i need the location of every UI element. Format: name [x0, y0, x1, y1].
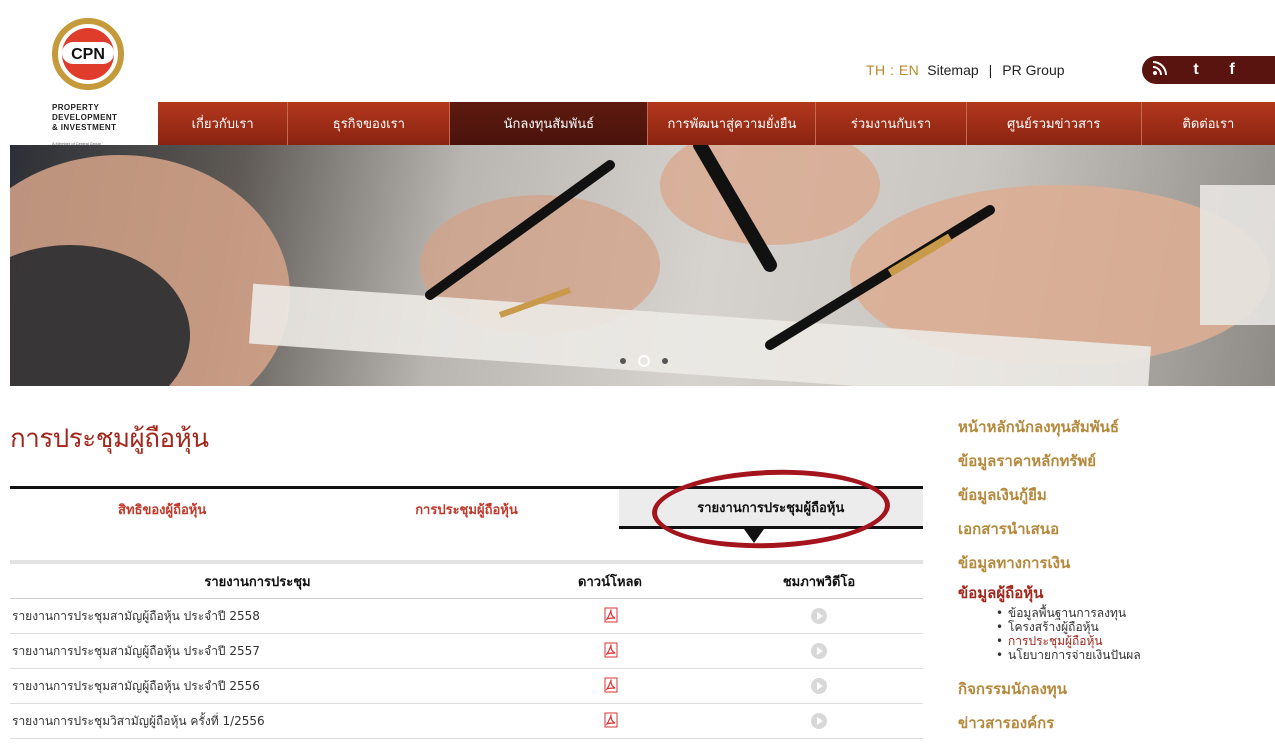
cpn-logo[interactable]: CPN PROPERTY DEVELOPMENT & INVESTMENT A …: [52, 18, 162, 148]
hero-banner: [10, 145, 1275, 386]
main-nav: เกี่ยวกับเรา ธุรกิจของเรา นักลงทุนสัมพัน…: [158, 102, 1275, 145]
header-video: ชมภาพวิดีโอ: [782, 574, 856, 590]
cpn-logo-mark-icon: CPN: [52, 18, 124, 90]
top-links-separator: |: [988, 62, 993, 78]
tab-shareholder-rights[interactable]: สิทธิของผู้ถือหุ้น: [10, 489, 314, 529]
sidebar-subitem-shareholder-meeting[interactable]: การประชุมผู้ถือหุ้น: [996, 634, 1275, 648]
twitter-icon[interactable]: t: [1178, 61, 1214, 79]
sidebar-item-corporate-news[interactable]: ข่าวสารองค์กร: [958, 706, 1275, 740]
highlight-ellipse: [650, 465, 892, 553]
nav-item-news[interactable]: ศูนย์รวมข่าวสาร: [967, 102, 1142, 145]
slide-dot-1[interactable]: [620, 358, 626, 364]
social-links: t f: [1142, 56, 1275, 84]
ir-sidebar: หน้าหลักนักลงทุนสัมพันธ์ ข้อมูลราคาหลักท…: [958, 410, 1275, 740]
logo-line-1: PROPERTY: [52, 103, 100, 112]
table-row: รายงานการประชุมสามัญผู้ถือหุ้น ประจำปี 2…: [10, 634, 923, 669]
logo-line-2: DEVELOPMENT: [52, 113, 118, 122]
language-switch[interactable]: TH : EN: [866, 62, 919, 78]
slide-dots: [620, 355, 668, 367]
meeting-reports-table: รายงานการประชุม ดาวน์โหลด ชมภาพวิดีโอ รา…: [10, 560, 923, 739]
sidebar-item-ir-home[interactable]: หน้าหลักนักลงทุนสัมพันธ์: [958, 410, 1275, 444]
sidebar-item-shareholder-info[interactable]: ข้อมูลผู้ถือหุ้น: [958, 580, 1275, 606]
hero-image: [10, 145, 1275, 386]
pdf-icon[interactable]: [604, 642, 618, 661]
table-header: รายงานการประชุม ดาวน์โหลด ชมภาพวิดีโอ: [10, 560, 923, 599]
report-title[interactable]: รายงานการประชุมสามัญผู้ถือหุ้น ประจำปี 2…: [10, 642, 506, 661]
sidebar-subitem-investment-basics[interactable]: ข้อมูลพื้นฐานการลงทุน: [996, 606, 1275, 620]
video-play-icon[interactable]: [811, 643, 828, 659]
table-row: รายงานการประชุมสามัญผู้ถือหุ้น ประจำปี 2…: [10, 669, 923, 704]
sidebar-subitem-dividend-policy[interactable]: นโยบายการจ่ายเงินปันผล: [996, 648, 1275, 662]
logo-line-3: & INVESTMENT: [52, 123, 117, 132]
table-row: รายงานการประชุมวิสามัญผู้ถือหุ้น ครั้งที…: [10, 704, 923, 739]
facebook-icon[interactable]: f: [1214, 61, 1250, 79]
header-report: รายงานการประชุม: [204, 574, 311, 590]
table-row: รายงานการประชุมสามัญผู้ถือหุ้น ประจำปี 2…: [10, 599, 923, 634]
nav-item-business[interactable]: ธุรกิจของเรา: [288, 102, 451, 145]
pdf-icon[interactable]: [604, 712, 618, 731]
nav-item-sustainability[interactable]: การพัฒนาสู่ความยั่งยืน: [648, 102, 817, 145]
rss-icon[interactable]: [1142, 60, 1178, 81]
report-title[interactable]: รายงานการประชุมวิสามัญผู้ถือหุ้น ครั้งที…: [10, 712, 506, 731]
slide-dot-2[interactable]: [638, 355, 650, 367]
slide-dot-3[interactable]: [662, 358, 668, 364]
nav-item-investor-relations[interactable]: นักลงทุนสัมพันธ์: [450, 102, 649, 145]
video-play-icon[interactable]: [811, 608, 828, 624]
tab-shareholder-meeting[interactable]: การประชุมผู้ถือหุ้น: [314, 489, 618, 529]
report-title[interactable]: รายงานการประชุมสามัญผู้ถือหุ้น ประจำปี 2…: [10, 607, 506, 626]
header-download: ดาวน์โหลด: [578, 574, 642, 590]
page-title: การประชุมผู้ถือหุ้น: [10, 424, 209, 454]
sidebar-item-borrowings[interactable]: ข้อมูลเงินกู้ยืม: [958, 478, 1275, 512]
pdf-icon[interactable]: [604, 677, 618, 696]
logo-mark-text: CPN: [71, 46, 105, 63]
nav-item-about[interactable]: เกี่ยวกับเรา: [158, 102, 289, 145]
report-title[interactable]: รายงานการประชุมสามัญผู้ถือหุ้น ประจำปี 2…: [10, 677, 506, 696]
sidebar-item-investor-activities[interactable]: กิจกรรมนักลงทุน: [958, 672, 1275, 706]
video-play-icon[interactable]: [811, 713, 828, 729]
video-play-icon[interactable]: [811, 678, 828, 694]
pdf-icon[interactable]: [604, 607, 618, 626]
pr-group-link[interactable]: PR Group: [1002, 62, 1064, 78]
sidebar-subitem-shareholder-structure[interactable]: โครงสร้างผู้ถือหุ้น: [996, 620, 1275, 634]
sidebar-item-stock-info[interactable]: ข้อมูลราคาหลักทรัพย์: [958, 444, 1275, 478]
top-links: TH : EN Sitemap | PR Group: [866, 60, 1065, 80]
sidebar-item-presentations[interactable]: เอกสารนำเสนอ: [958, 512, 1275, 546]
nav-item-careers[interactable]: ร่วมงานกับเรา: [816, 102, 967, 145]
sidebar-submenu: ข้อมูลพื้นฐานการลงทุน โครงสร้างผู้ถือหุ้…: [958, 606, 1275, 662]
nav-item-contact[interactable]: ติดต่อเรา: [1142, 102, 1275, 145]
sitemap-link[interactable]: Sitemap: [927, 62, 978, 78]
sidebar-item-financials[interactable]: ข้อมูลทางการเงิน: [958, 546, 1275, 580]
